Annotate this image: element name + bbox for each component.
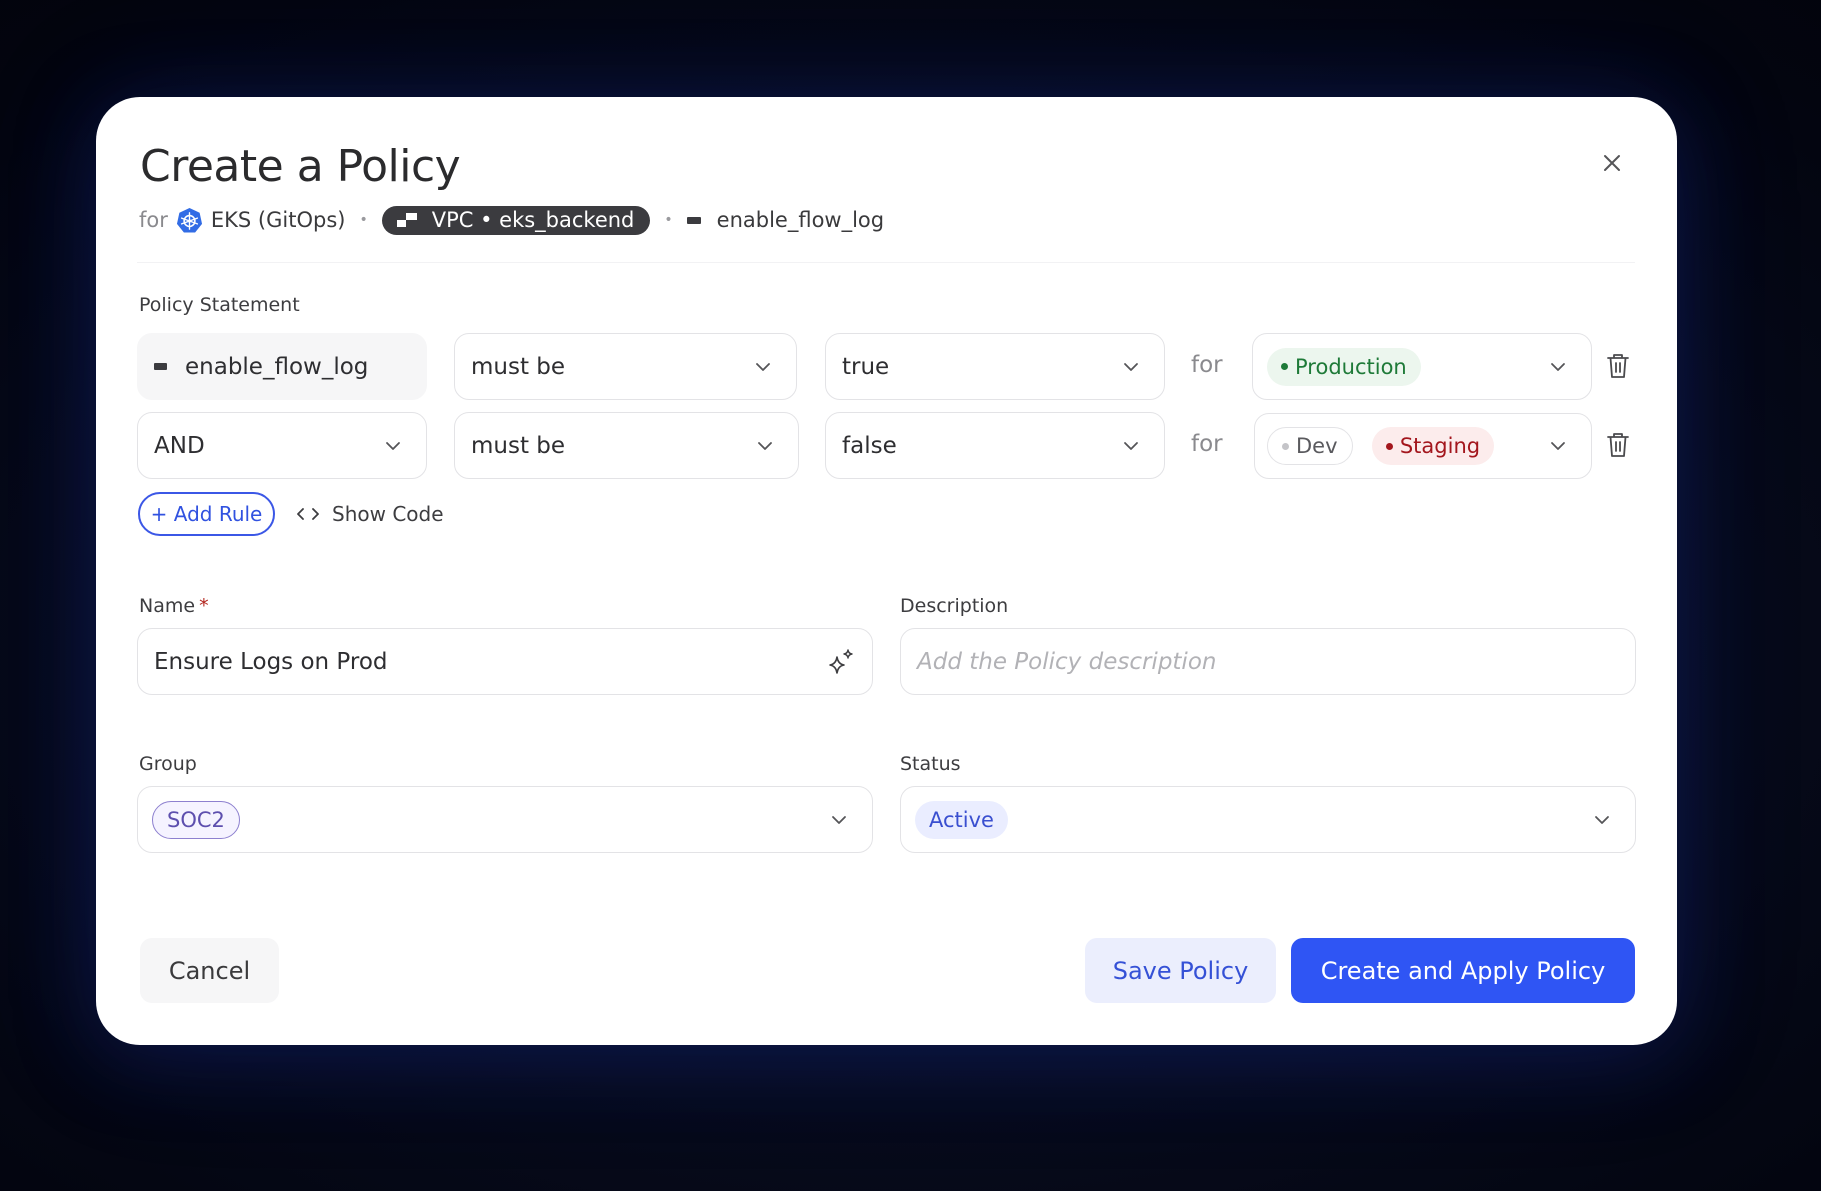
chevron-down-icon (1122, 361, 1140, 373)
chevron-down-icon (1549, 440, 1567, 452)
environment-tag-dev: Dev (1267, 427, 1353, 465)
environment-tag-label: Production (1295, 354, 1407, 379)
code-icon (296, 507, 320, 521)
rule-2-conjunction: AND (154, 432, 205, 459)
resource-pill: VPC • eks_backend (381, 205, 651, 235)
rule-2-value: false (842, 432, 897, 459)
group-tags: SOC2 (152, 800, 830, 839)
chevron-down-icon (384, 440, 402, 452)
sparkle-icon (829, 648, 853, 674)
status-select[interactable]: Active (900, 786, 1636, 853)
description-label: Description (900, 595, 1009, 617)
policy-context-breadcrumb: for EKS (GitOps) • VPC • eks_backend • e… (139, 205, 884, 235)
attribute-label: enable_flow_log (716, 208, 885, 232)
close-icon (1604, 155, 1620, 171)
rule-1-for-label: for (1191, 352, 1223, 378)
status-dot (1385, 442, 1393, 450)
show-code-label: Show Code (332, 502, 444, 526)
platform-label: EKS (GitOps) (210, 208, 346, 232)
rule-1-value: true (842, 353, 890, 380)
group-label: Group (139, 753, 197, 775)
rule-2-conjunction-select[interactable]: AND (137, 412, 427, 479)
chevron-down-icon (1593, 814, 1611, 826)
dialog-title: Create a Policy (140, 141, 461, 192)
name-input-value: Ensure Logs on Prod (154, 648, 388, 675)
separator: • (664, 212, 673, 228)
create-policy-dialog: Create a Policy for EKS (GitOps) • VPC •… (96, 97, 1677, 1045)
environment-tag-production: Production (1267, 347, 1421, 386)
chevron-down-icon (754, 361, 772, 373)
trash-icon (1607, 354, 1629, 378)
status-label: Status (900, 753, 961, 775)
rule-1-value-select[interactable]: true (825, 333, 1165, 400)
name-label-text: Name (139, 595, 196, 617)
rule-2-operator-select[interactable]: must be (454, 412, 799, 479)
group-select[interactable]: SOC2 (137, 786, 873, 853)
attribute-icon (154, 363, 167, 370)
close-button[interactable] (1598, 149, 1626, 177)
chevron-down-icon (1549, 361, 1567, 373)
rule-1-environment-select[interactable]: Production (1252, 333, 1592, 400)
create-and-apply-policy-button[interactable]: Create and Apply Policy (1291, 938, 1635, 1003)
chevron-down-icon (756, 440, 774, 452)
save-policy-button[interactable]: Save Policy (1085, 938, 1276, 1003)
add-rule-button[interactable]: + Add Rule (138, 492, 275, 536)
name-input[interactable]: Ensure Logs on Prod (137, 628, 873, 695)
policy-statement-label: Policy Statement (139, 294, 300, 316)
trash-icon (1607, 433, 1629, 457)
status-badge: Active (915, 800, 1008, 839)
status-tags: Active (915, 800, 1593, 839)
ai-sparkle-button[interactable] (826, 647, 856, 677)
environment-tag-label: Staging (1399, 434, 1481, 458)
rule-2-operator: must be (471, 432, 566, 459)
cancel-button[interactable]: Cancel (140, 938, 279, 1003)
rule-2-for-label: for (1191, 431, 1223, 457)
rule-2-environment-select[interactable]: Dev Staging (1254, 413, 1592, 479)
chevron-down-icon (830, 814, 848, 826)
rule-1-delete-button[interactable] (1606, 352, 1630, 380)
environment-tag-label: Dev (1296, 434, 1338, 458)
rule-1-environment-tags: Production (1267, 347, 1549, 386)
environment-tag-staging: Staging (1371, 427, 1495, 465)
required-indicator: * (199, 595, 209, 617)
chevron-down-icon (1122, 440, 1140, 452)
for-prefix: for (139, 208, 168, 232)
name-label: Name * (139, 595, 209, 617)
vpc-icon (396, 212, 418, 228)
header-divider (137, 262, 1635, 263)
show-code-button[interactable]: Show Code (296, 492, 444, 536)
rule-2-environment-tags: Dev Staging (1267, 427, 1549, 465)
separator: • (359, 212, 368, 228)
status-dot (1281, 363, 1288, 370)
description-placeholder: Add the Policy description (917, 648, 1217, 675)
kubernetes-icon (176, 207, 203, 234)
status-dot (1282, 442, 1289, 450)
attribute-icon (686, 216, 701, 224)
description-input[interactable]: Add the Policy description (900, 628, 1636, 695)
rule-1-subject: enable_flow_log (185, 353, 369, 380)
rule-1-subject-field: enable_flow_log (137, 333, 427, 400)
group-tag: SOC2 (152, 800, 240, 839)
rule-1-operator: must be (471, 353, 566, 380)
resource-label: VPC • eks_backend (431, 208, 635, 232)
rule-1-operator-select[interactable]: must be (454, 333, 797, 400)
rule-2-delete-button[interactable] (1606, 431, 1630, 459)
rule-2-value-select[interactable]: false (825, 412, 1165, 479)
